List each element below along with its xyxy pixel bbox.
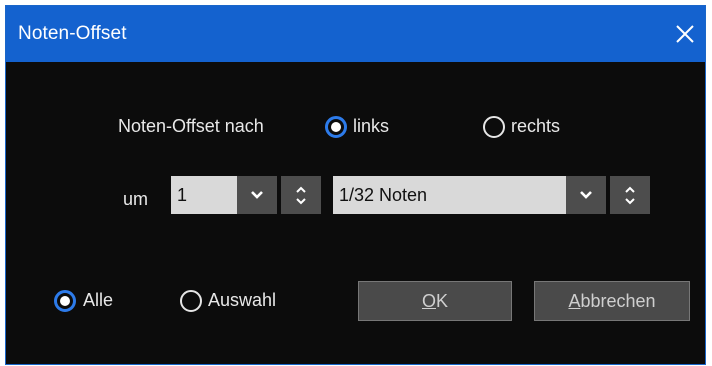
radio-rechts[interactable] bbox=[483, 116, 505, 138]
spin-up-icon bbox=[296, 186, 306, 193]
dialog-title: Noten-Offset bbox=[18, 23, 127, 44]
chevron-down-icon bbox=[251, 191, 263, 199]
ok-button-label: OK bbox=[421, 290, 449, 311]
title-bar: Noten-Offset bbox=[6, 6, 705, 62]
cancel-button-label: Abbrechen bbox=[568, 290, 656, 311]
count-dropdown-button[interactable] bbox=[237, 176, 277, 214]
radio-auswahl-label[interactable]: Auswahl bbox=[208, 290, 276, 311]
radio-alle[interactable] bbox=[54, 290, 76, 312]
unit-spinner[interactable] bbox=[610, 176, 650, 214]
spin-up-icon bbox=[625, 186, 635, 193]
close-icon bbox=[676, 25, 694, 43]
count-spinner[interactable] bbox=[281, 176, 321, 214]
radio-alle-label[interactable]: Alle bbox=[83, 290, 113, 311]
amount-prefix-label: um bbox=[123, 189, 149, 209]
unit-field[interactable]: 1/32 Noten bbox=[333, 176, 566, 214]
direction-label: Noten-Offset nach bbox=[118, 116, 264, 136]
spin-down-icon bbox=[625, 197, 635, 204]
radio-rechts-label[interactable]: rechts bbox=[511, 116, 560, 137]
close-button[interactable] bbox=[669, 18, 701, 50]
radio-auswahl[interactable] bbox=[180, 290, 202, 312]
unit-dropdown-button[interactable] bbox=[566, 176, 606, 214]
chevron-down-icon bbox=[580, 191, 592, 199]
radio-links-label[interactable]: links bbox=[353, 116, 389, 137]
count-field[interactable]: 1 bbox=[171, 176, 237, 214]
spin-down-icon bbox=[296, 197, 306, 204]
radio-links[interactable] bbox=[325, 116, 347, 138]
ok-button[interactable]: OK bbox=[358, 281, 512, 321]
dialog-window: Noten-Offset Noten-Offset nach links rec… bbox=[5, 5, 706, 365]
cancel-button[interactable]: Abbrechen bbox=[534, 281, 690, 321]
